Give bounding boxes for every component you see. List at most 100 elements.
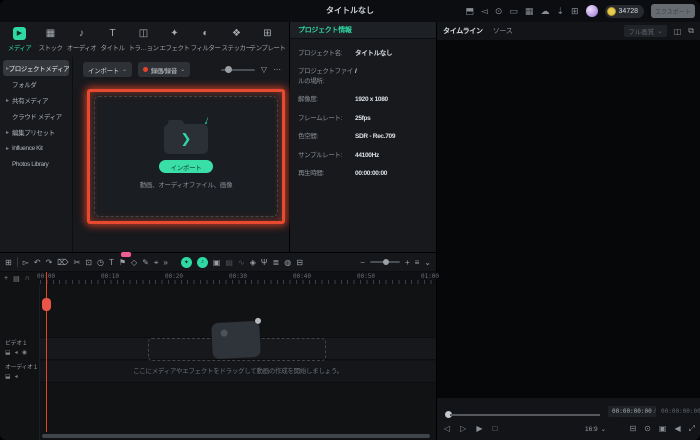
import-dropzone-highlighted[interactable]: ↓ ❯ インポート 動画、オーディオファイル、画像: [87, 89, 285, 224]
voiceover-mic-icon[interactable]: Ψ: [261, 253, 268, 272]
ai-copilot-icon[interactable]: ✦: [181, 257, 192, 268]
audio-wave-icon[interactable]: ∿: [238, 253, 245, 272]
more-tools-icon[interactable]: »: [163, 253, 167, 272]
sidebar-item-cloud-media[interactable]: クラウド メディア: [3, 108, 69, 124]
track-header-column: ビデオ 1 ⬓ ◂ ◉ オーディオ 1 ⬓ ◂: [0, 285, 40, 440]
gift-icon[interactable]: ⬒: [465, 4, 474, 18]
zoom-in-icon[interactable]: +: [405, 253, 410, 272]
zoom-out-icon[interactable]: −: [360, 253, 365, 272]
seek-bar[interactable]: [450, 414, 600, 416]
speed-icon[interactable]: ◷: [97, 253, 104, 272]
tab-template[interactable]: ⊞ テンプレート: [252, 22, 283, 57]
redo-icon[interactable]: ↷: [46, 253, 53, 272]
timeline-ruler[interactable]: 00:00 00:10 00:20 00:30 00:40 00:50 01:0…: [40, 272, 436, 285]
tab-filter[interactable]: ◐ フィルター: [190, 22, 221, 57]
stop-icon[interactable]: □: [492, 424, 497, 433]
display-icon[interactable]: ▭: [509, 4, 518, 18]
screen-record-icon[interactable]: ⊙: [495, 4, 503, 18]
voice-changer-icon[interactable]: ◍: [284, 253, 291, 272]
sidebar-item-photos-library[interactable]: Photos Library: [3, 156, 69, 172]
crop-icon[interactable]: ⊡: [85, 253, 92, 272]
export-button[interactable]: エクスポート: [651, 4, 695, 18]
step-forward-icon[interactable]: ▷: [460, 424, 466, 433]
chevron-down-icon[interactable]: ⌄: [424, 253, 431, 272]
lock-icon[interactable]: ⬓: [5, 349, 11, 356]
play-icon[interactable]: ▶: [476, 424, 482, 433]
tab-title[interactable]: T タイトル: [97, 22, 128, 57]
apps-icon[interactable]: ⊞: [571, 4, 579, 18]
tab-source-preview[interactable]: ソース: [493, 26, 513, 36]
share-icon[interactable]: ◅: [481, 4, 488, 18]
camera-tool-icon[interactable]: ▣: [213, 253, 221, 272]
step-back-icon[interactable]: ◁: [444, 424, 450, 433]
track-height-icon[interactable]: ≡: [415, 253, 420, 272]
cloud-icon[interactable]: ☁: [540, 4, 549, 18]
download-icon[interactable]: ⇣: [556, 4, 564, 18]
zoom-tool-icon[interactable]: ⌖: [154, 253, 159, 272]
import-button[interactable]: インポート: [159, 160, 213, 173]
fullscreen-icon[interactable]: ⤢: [689, 424, 695, 434]
import-dropdown-button[interactable]: インポート ⌄: [83, 62, 132, 77]
playhead-handle[interactable]: [42, 298, 51, 311]
aspect-ratio-dropdown[interactable]: 16:9 ⌄: [585, 425, 606, 433]
quality-dropdown[interactable]: フル画質 ⌄: [624, 25, 666, 37]
lock-icon[interactable]: ⬓: [5, 373, 11, 380]
ai-audio-icon[interactable]: ♪: [197, 257, 208, 268]
tab-audio[interactable]: ♪ オーディオ: [66, 22, 97, 57]
marker-icon[interactable]: ⚑: [119, 253, 126, 272]
mask-tool-icon[interactable]: ◈: [250, 253, 256, 272]
video-preview-area[interactable]: [437, 40, 700, 398]
project-info-header: プロジェクト情報: [290, 22, 436, 39]
slider-knob[interactable]: [225, 66, 232, 73]
media-browser-icon[interactable]: ⊞: [5, 253, 12, 272]
more-options-icon[interactable]: ⋯: [273, 65, 281, 74]
tab-sticker[interactable]: ❖ ステッカー: [221, 22, 252, 57]
camera-icon[interactable]: ▣: [659, 424, 667, 434]
subtitle-icon[interactable]: ⊟: [296, 253, 303, 272]
film-icon[interactable]: ▤: [13, 275, 20, 283]
split-icon[interactable]: ✂: [74, 253, 81, 272]
eye-icon[interactable]: ◉: [22, 349, 27, 356]
undo-icon[interactable]: ↶: [34, 253, 41, 272]
tab-timeline-preview[interactable]: タイムライン: [443, 26, 483, 36]
sidebar-item-presets[interactable]: ▸ 編集プリセット: [3, 124, 69, 140]
pointer-tool-icon[interactable]: ▻: [23, 253, 29, 272]
slider-knob[interactable]: [383, 259, 389, 265]
film-tool-icon[interactable]: ▤: [225, 253, 233, 272]
playhead[interactable]: [46, 272, 47, 432]
record-dropdown-button[interactable]: 録画/録音 ⌄: [138, 62, 190, 77]
pen-tool-icon[interactable]: ✎: [142, 253, 149, 272]
filter-funnel-icon[interactable]: ▽: [261, 65, 267, 74]
avatar[interactable]: [586, 5, 598, 17]
magnet-icon[interactable]: ∩: [25, 275, 30, 282]
sidebar-item-project-media[interactable]: ▸ プロジェクトメディア: [3, 60, 69, 76]
current-timecode[interactable]: 00:00:00:00: [608, 406, 656, 417]
timeline-zoom-slider[interactable]: [370, 261, 400, 263]
tab-effect[interactable]: ✦ エフェクト: [159, 22, 190, 57]
tab-stock[interactable]: ▦ ストック: [35, 22, 66, 57]
keyframe-icon[interactable]: ◇: [131, 253, 137, 272]
sidebar-item-folder[interactable]: フォルダ: [3, 76, 69, 92]
add-track-icon[interactable]: +: [4, 275, 8, 282]
audio-tab-icon: ♪: [79, 28, 84, 40]
credits-badge[interactable]: 34728: [605, 5, 644, 18]
text-tool-icon[interactable]: T: [109, 253, 114, 272]
tab-transition[interactable]: ◫ トラ…ョン: [128, 22, 159, 57]
render-preview-icon[interactable]: ⊟: [629, 424, 636, 434]
speaker-icon[interactable]: ◀: [674, 424, 680, 434]
pip-view-icon[interactable]: ⧉: [688, 26, 694, 36]
sidebar-item-shared-media[interactable]: ▸ 共有メディア: [3, 92, 69, 108]
audio-mixer-icon[interactable]: ≣: [273, 253, 280, 272]
tab-media[interactable]: ▶ メディア: [4, 22, 35, 57]
delete-icon[interactable]: ⌦: [57, 253, 68, 272]
sidebar-item-influence-kit[interactable]: ▸ Influence Kit: [3, 140, 69, 156]
dual-view-icon[interactable]: ◫: [674, 27, 682, 36]
player-header-right: フル画質 ⌄ ◫ ⧉: [624, 25, 694, 37]
mute-icon[interactable]: ◂: [15, 349, 18, 356]
thumbnail-size-slider[interactable]: [221, 69, 255, 71]
media-library-icon[interactable]: ▦: [525, 4, 534, 18]
snapshot-icon[interactable]: ⊙: [644, 424, 651, 434]
dropzone-dashed-area[interactable]: ↓ ❯ インポート 動画、オーディオファイル、画像: [94, 96, 278, 217]
timeline-scrollbar[interactable]: [42, 434, 430, 438]
mute-icon[interactable]: ◂: [15, 373, 18, 380]
